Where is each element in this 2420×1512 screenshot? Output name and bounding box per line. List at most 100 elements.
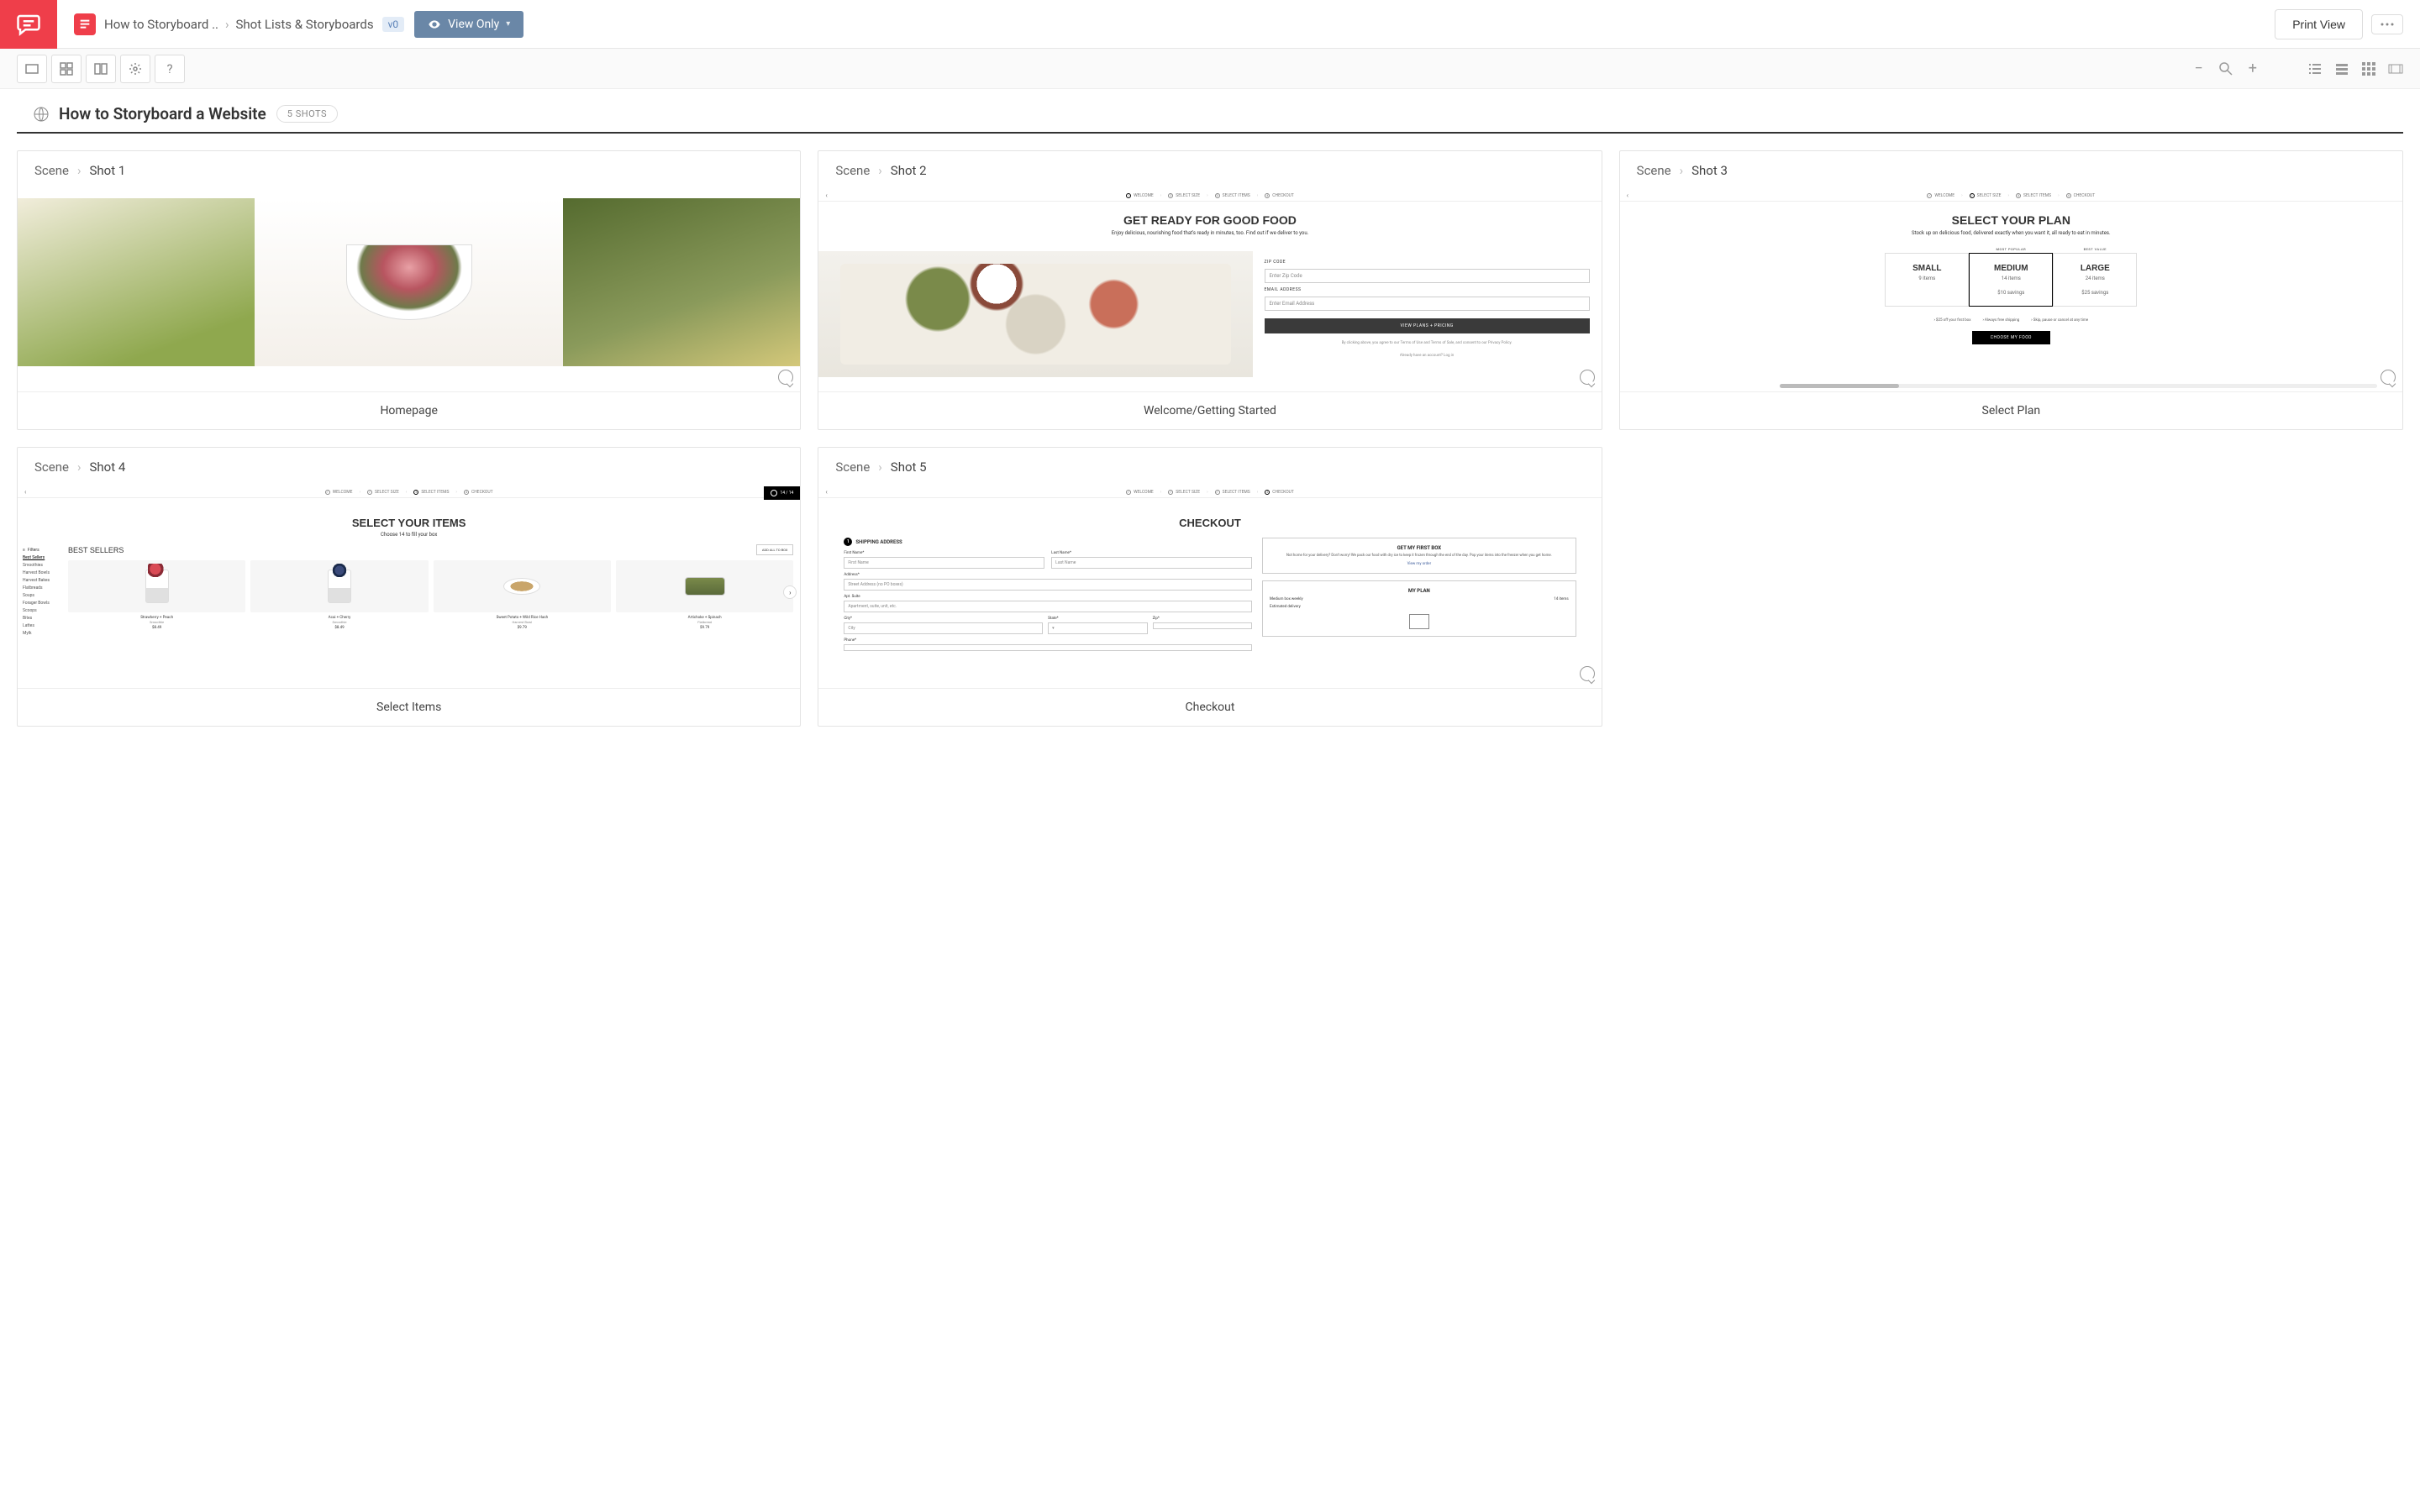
shot-thumbnail: ‹ ✓WELCOME› ✓SELECT SIZE› ✓SELECT ITEMS›… <box>818 486 1601 688</box>
phone-input <box>844 644 1252 651</box>
back-icon: ‹ <box>825 488 827 496</box>
plan-large: BEST VALUE LARGE 24 items $25 savings <box>2053 253 2137 307</box>
shot-count-badge: 5 SHOTS <box>276 105 338 123</box>
scene-label: Scene <box>34 459 69 475</box>
state-select: ▾ <box>1048 622 1147 634</box>
view-order-link: View my order <box>1270 562 1569 566</box>
zip-input <box>1153 622 1252 629</box>
section-title: SELECT YOUR ITEMS <box>18 517 800 529</box>
shot-label: Shot 1 <box>89 163 125 178</box>
view-plans-button: VIEW PLANS + PRICING <box>1265 318 1590 333</box>
first-box-panel: GET MY FIRST BOX Not home for your deliv… <box>1262 538 1576 574</box>
scene-label: Scene <box>34 163 69 178</box>
category-sidebar: ≡ Filters Best Sellers Smoothies Harvest… <box>18 544 68 639</box>
shot-label: Shot 4 <box>89 459 125 475</box>
checkout-stepper: ‹ ✓WELCOME› ✓SELECT SIZE› 3SELECT ITEMS›… <box>18 486 800 498</box>
legal-text: By clicking above, you agree to our Term… <box>1265 341 1590 346</box>
shot-thumbnail: ‹ ✓WELCOME› ✓SELECT SIZE› 3SELECT ITEMS›… <box>18 486 800 688</box>
section-subtitle: Stock up on delicious food, delivered ex… <box>1737 230 2285 236</box>
shot-caption: Welcome/Getting Started <box>818 391 1601 429</box>
scene-label: Scene <box>835 163 870 178</box>
calendar-icon <box>1409 614 1429 629</box>
settings-button[interactable] <box>120 55 150 83</box>
section-title: CHECKOUT <box>818 517 1601 529</box>
shot-label: Shot 5 <box>891 459 927 475</box>
search-icon[interactable] <box>2218 61 2233 76</box>
ellipsis-icon <box>2381 23 2394 26</box>
version-badge[interactable]: v0 <box>382 17 405 32</box>
comment-icon[interactable] <box>778 370 793 385</box>
zip-input: Enter Zip Code <box>1265 269 1590 283</box>
choose-food-button: CHOOSE MY FOOD <box>1972 331 2050 344</box>
checkout-stepper: ‹ ✓WELCOME› ✓SELECT SIZE› ✓SELECT ITEMS›… <box>818 486 1601 498</box>
back-icon: ‹ <box>24 488 26 496</box>
zoom-out-button[interactable]: − <box>2194 60 2202 77</box>
first-name-input: First Name <box>844 557 1044 569</box>
checkout-stepper: ‹ ✓WELCOME› 2SELECT SIZE› 3SELECT ITEMS›… <box>1620 190 2402 202</box>
comment-icon[interactable] <box>1580 666 1595 681</box>
shot-caption: Select Plan <box>1620 391 2402 429</box>
comment-icon[interactable] <box>1580 370 1595 385</box>
plan-options: SMALL 9 items MOST POPULAR MEDIUM 14 ite… <box>1620 253 2402 307</box>
breadcrumb: How to Storyboard .. › Shot Lists & Stor… <box>104 17 374 32</box>
section-title: GET READY FOR GOOD FOOD <box>1112 213 1309 227</box>
plan-small: SMALL 9 items <box>1885 253 1969 307</box>
shot-thumbnail: ‹ ✓WELCOME› 2SELECT SIZE› 3SELECT ITEMS›… <box>1620 190 2402 391</box>
login-link: Already have an account? Log in <box>1265 354 1590 359</box>
carousel-next-icon: › <box>783 585 797 599</box>
city-input: City <box>844 622 1043 634</box>
product-card: Artichoke + Spinach Flatbread $9.79 <box>616 560 793 630</box>
my-plan-panel: MY PLAN Medium box weekly14 items Estima… <box>1262 580 1576 637</box>
document-icon <box>74 13 96 35</box>
more-menu-button[interactable] <box>2371 14 2403 34</box>
chevron-down-icon: ▾ <box>506 19 510 29</box>
section-subtitle: Choose 14 to fill your box <box>18 532 800 538</box>
eye-icon <box>428 18 441 31</box>
section-title: SELECT YOUR PLAN <box>1620 213 2402 227</box>
chevron-right-icon: › <box>878 163 882 178</box>
globe-icon <box>34 107 49 122</box>
help-button[interactable]: ? <box>155 55 185 83</box>
layout-split-button[interactable] <box>86 55 116 83</box>
product-card: Acai + Cherry Smoothie $8.49 <box>250 560 428 630</box>
product-card: Strawberry + Peach Smoothie $8.49 <box>68 560 245 630</box>
view-list-button[interactable] <box>2307 61 2323 76</box>
breadcrumb-project[interactable]: How to Storyboard .. <box>104 17 218 32</box>
view-rows-button[interactable] <box>2334 61 2349 76</box>
back-icon: ‹ <box>1627 192 1628 199</box>
scene-label: Scene <box>835 459 870 475</box>
chat-icon <box>16 12 41 37</box>
brand-logo[interactable] <box>0 0 57 49</box>
section-subtitle: Enjoy delicious, nourishing food that's … <box>1112 230 1309 236</box>
zoom-in-button[interactable]: + <box>2249 60 2257 77</box>
view-grid-button[interactable] <box>2361 61 2376 76</box>
view-only-dropdown[interactable]: View Only ▾ <box>414 11 523 38</box>
chevron-right-icon: › <box>77 163 82 178</box>
chevron-right-icon: › <box>225 17 229 32</box>
layout-single-button[interactable] <box>17 55 47 83</box>
view-only-label: View Only <box>448 18 499 31</box>
shot-card[interactable]: Scene › Shot 4 ‹ ✓WELCOME› ✓SELECT SIZE›… <box>17 447 801 727</box>
chevron-right-icon: › <box>77 459 82 475</box>
shot-thumbnail: NOW ENTERING THE CHAT: SPRING Chef-craft… <box>18 190 800 391</box>
item-counter: 14 / 14 <box>764 486 801 500</box>
best-sellers-title: BEST SELLERS <box>68 546 124 554</box>
layout-grid-button[interactable] <box>51 55 82 83</box>
perk-row: $25 off your first box Always free shipp… <box>1620 318 2402 323</box>
top-bar: How to Storyboard .. › Shot Lists & Stor… <box>0 0 2420 49</box>
shot-label: Shot 3 <box>1691 163 1728 178</box>
shot-card[interactable]: Scene › Shot 2 ‹ 1WELCOME› 2SELECT SIZE›… <box>818 150 1602 430</box>
view-filmstrip-button[interactable] <box>2388 61 2403 76</box>
comment-icon[interactable] <box>2381 370 2396 385</box>
shot-card[interactable]: Scene › Shot 3 ‹ ✓WELCOME› 2SELECT SIZE›… <box>1619 150 2403 430</box>
add-all-button: ADD ALL TO BOX <box>756 544 793 555</box>
breadcrumb-section[interactable]: Shot Lists & Storyboards <box>236 17 374 32</box>
print-view-button[interactable]: Print View <box>2275 9 2363 39</box>
scene-label: Scene <box>1637 163 1671 178</box>
product-card: Sweet Potato + Wild Rice Hash Harvest Bo… <box>434 560 611 630</box>
shot-card[interactable]: Scene › Shot 1 NOW ENTERING THE CHAT: SP… <box>17 150 801 430</box>
filters-toggle: ≡ Filters <box>23 548 63 553</box>
zip-label: ZIP CODE <box>1265 260 1590 265</box>
shot-caption: Select Items <box>18 688 800 726</box>
shot-card[interactable]: Scene › Shot 5 ‹ ✓WELCOME› ✓SELECT SIZE›… <box>818 447 1602 727</box>
